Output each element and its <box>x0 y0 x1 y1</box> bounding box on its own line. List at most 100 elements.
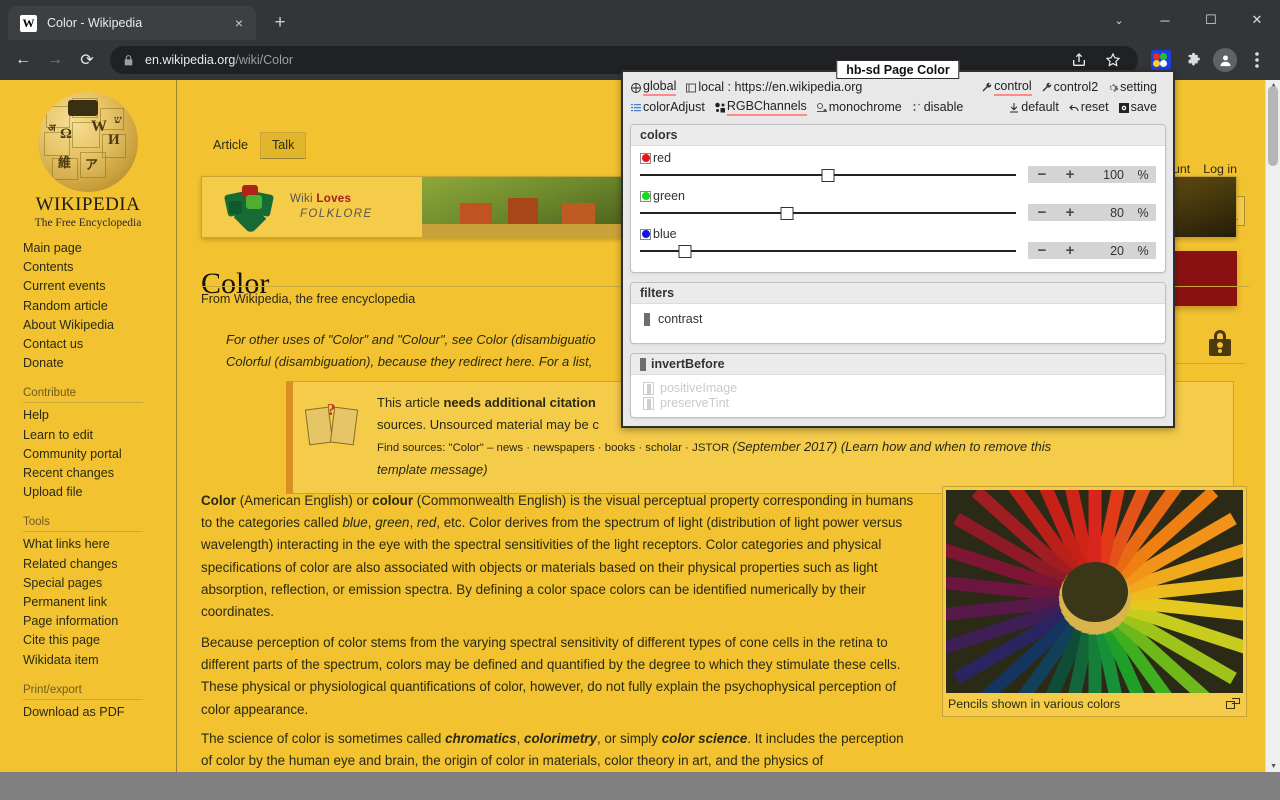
page-scrollbar[interactable]: ▲ ▼ <box>1265 80 1280 772</box>
browser-window: W Color - Wikipedia × + ⌄ ─ ☐ ✕ ← → ⟳ en… <box>0 0 1280 800</box>
tab-search-chevron-icon[interactable]: ⌄ <box>1096 0 1142 40</box>
close-tab-icon[interactable]: × <box>230 14 248 32</box>
red-swatch-icon[interactable] <box>640 152 651 164</box>
window-controls: ⌄ ─ ☐ ✕ <box>1096 0 1280 40</box>
sidebar-item-upload-file[interactable]: Upload file <box>23 483 176 502</box>
sidebar-heading: Tools <box>23 516 143 533</box>
tab-talk[interactable]: Talk <box>260 132 307 159</box>
new-tab-button[interactable]: + <box>266 9 294 37</box>
wlf-line1-a: Wiki <box>290 193 317 205</box>
window-icon <box>685 82 697 94</box>
sliders-list-icon <box>630 102 642 114</box>
extensions-puzzle-icon[interactable] <box>1178 45 1208 75</box>
sidebar-item-cite-this-page[interactable]: Cite this page <box>23 631 176 650</box>
ambox-find-sources[interactable]: Find sources: "Color" – news · newspaper… <box>377 442 732 454</box>
close-window-button[interactable]: ✕ <box>1234 0 1280 40</box>
reload-icon[interactable]: ⟳ <box>72 45 102 75</box>
blue-value: 20 <box>1110 243 1124 258</box>
sidebar-item-permanent-link[interactable]: Permanent link <box>23 593 176 612</box>
expand-icon[interactable] <box>1226 698 1240 710</box>
green-value: 80 <box>1110 205 1124 220</box>
menu-item-default[interactable]: default <box>1008 100 1059 115</box>
green-increment-button[interactable]: + <box>1056 204 1084 221</box>
menu-item-global[interactable]: global <box>630 79 677 96</box>
green-decrement-button[interactable]: − <box>1028 204 1056 221</box>
sidebar-item-learn-to-edit[interactable]: Learn to edit <box>23 426 176 445</box>
bar-icon <box>640 357 646 371</box>
invert-option-preserve-tint[interactable]: preserveTint <box>640 395 1156 410</box>
sidebar-item-wikidata-item[interactable]: Wikidata item <box>23 651 176 670</box>
actions-menu: default reset save <box>1008 100 1166 115</box>
channel-name: red <box>653 151 672 165</box>
channel-name: blue <box>653 227 677 241</box>
menu-item-label: global <box>643 79 677 96</box>
menu-item-save[interactable]: save <box>1118 100 1157 115</box>
log-in-link[interactable]: Log in <box>1203 162 1237 176</box>
filter-item-contrast[interactable]: contrast <box>640 309 1156 326</box>
sidebar-item-what-links-here[interactable]: What links here <box>23 535 176 554</box>
menu-item-disable[interactable]: disable <box>911 100 963 115</box>
filter-item-label: contrast <box>658 312 703 326</box>
page-scrollbar-thumb[interactable] <box>1268 86 1278 166</box>
wikipedia-sidebar: Ω W И 維 ア ש अ WIKIPEDIA The Free Encyclo… <box>0 80 177 772</box>
sidebar-item-download-as-pdf[interactable]: Download as PDF <box>23 703 176 722</box>
sidebar-item-main-page[interactable]: Main page <box>23 239 176 258</box>
chrome-menu-icon[interactable] <box>1242 45 1272 75</box>
back-icon[interactable]: ← <box>8 45 38 75</box>
menu-item-label: colorAdjust <box>643 100 705 114</box>
red-value: 100 <box>1103 167 1124 182</box>
menu-item-RGBChannels[interactable]: RGBChannels <box>714 99 807 116</box>
forward-icon[interactable]: → <box>40 45 70 75</box>
sidebar-item-contents[interactable]: Contents <box>23 258 176 277</box>
article-thumbnail[interactable]: Pencils shown in various colors <box>942 486 1247 717</box>
sidebar-item-donate[interactable]: Donate <box>23 354 176 373</box>
wrench-icon <box>1041 82 1053 94</box>
menu-item-label: local : https://en.wikipedia.org <box>698 80 863 94</box>
red-decrement-button[interactable]: − <box>1028 166 1056 183</box>
sidebar-item-random-article[interactable]: Random article <box>23 297 176 316</box>
sidebar-item-community-portal[interactable]: Community portal <box>23 445 176 464</box>
sidebar-item-special-pages[interactable]: Special pages <box>23 574 176 593</box>
blue-decrement-button[interactable]: − <box>1028 242 1056 259</box>
menu-item-local[interactable]: local : https://en.wikipedia.org <box>685 80 862 95</box>
sidebar-item-page-information[interactable]: Page information <box>23 612 176 631</box>
slider-knob[interactable] <box>678 244 692 258</box>
green-slider[interactable] <box>640 205 1016 221</box>
red-increment-button[interactable]: + <box>1056 166 1084 183</box>
scroll-down-arrow-icon[interactable]: ▼ <box>1270 763 1277 770</box>
filters-section-title: filters <box>631 283 1165 304</box>
wikipedia-wordmark: WIKIPEDIA <box>35 194 141 215</box>
invert-before-title-row[interactable]: invertBefore <box>631 354 1165 375</box>
slider-knob[interactable] <box>821 168 835 182</box>
invert-option-positive-image[interactable]: positiveImage <box>640 380 1156 395</box>
menu-item-monochrome[interactable]: monochrome <box>816 100 902 115</box>
tab-article[interactable]: Article <box>201 132 260 159</box>
blue-increment-button[interactable]: + <box>1056 242 1084 259</box>
sidebar-item-about-wikipedia[interactable]: About Wikipedia <box>23 316 176 335</box>
sidebar-item-contact-us[interactable]: Contact us <box>23 335 176 354</box>
sidebar-item-related-changes[interactable]: Related changes <box>23 555 176 574</box>
red-slider[interactable] <box>640 167 1016 183</box>
pencil-center <box>1061 561 1128 622</box>
green-swatch-icon[interactable] <box>640 190 651 202</box>
maximize-button[interactable]: ☐ <box>1188 0 1234 40</box>
menu-item-control2[interactable]: control2 <box>1041 80 1098 95</box>
sidebar-item-recent-changes[interactable]: Recent changes <box>23 464 176 483</box>
sidebar-item-current-events[interactable]: Current events <box>23 277 176 296</box>
ambox-line1-b: needs additional citation <box>443 395 596 410</box>
slider-knob[interactable] <box>780 206 794 220</box>
menu-item-colorAdjust[interactable]: colorAdjust <box>630 100 705 115</box>
profile-icon[interactable] <box>1210 45 1240 75</box>
wikipedia-favicon: W <box>20 14 37 32</box>
colors-section: colors red − +100% green − +80% blue − +20% <box>630 124 1166 273</box>
minimize-button[interactable]: ─ <box>1142 0 1188 40</box>
colors-section-title: colors <box>631 125 1165 146</box>
blue-swatch-icon[interactable] <box>640 228 651 240</box>
menu-item-setting[interactable]: setting <box>1107 80 1157 95</box>
wikipedia-logo[interactable]: Ω W И 維 ア ש अ WIKIPEDIA The Free Encyclo… <box>0 80 176 229</box>
menu-item-reset[interactable]: reset <box>1068 100 1109 115</box>
browser-tab[interactable]: W Color - Wikipedia × <box>8 6 256 40</box>
blue-slider[interactable] <box>640 243 1016 259</box>
sidebar-item-help[interactable]: Help <box>23 406 176 425</box>
menu-item-control[interactable]: control <box>981 79 1032 96</box>
